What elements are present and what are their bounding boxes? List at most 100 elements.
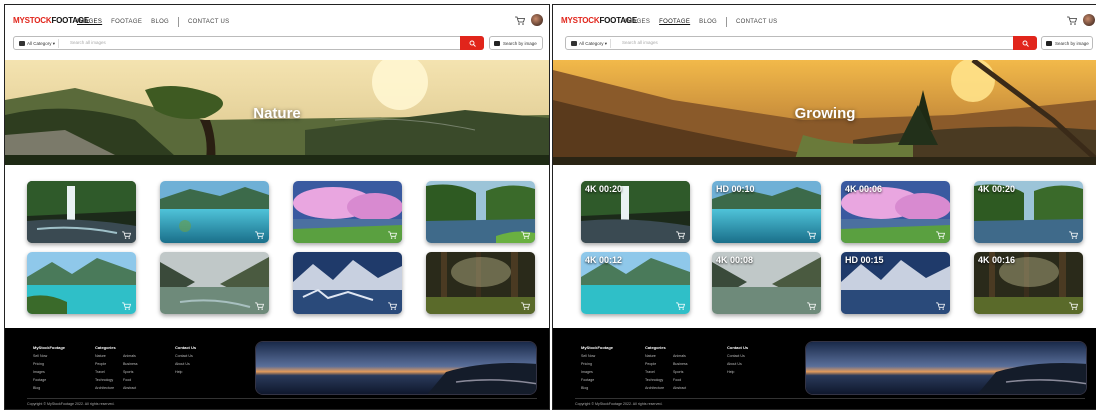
cart-icon[interactable] (676, 302, 685, 310)
footer-link[interactable]: People (645, 360, 666, 368)
hero-title: Nature (253, 105, 301, 122)
footer-link[interactable]: Business (673, 360, 688, 368)
duration-badge: 4K 00:08 (716, 255, 754, 265)
footer-link[interactable]: Animals (673, 352, 688, 360)
copyright: Copyright © MyStockFootage 2022. All rig… (575, 402, 663, 406)
nav-blog[interactable]: BLOG (699, 19, 717, 25)
footer-link[interactable]: Nature (95, 352, 116, 360)
search-by-image-button[interactable]: Search by image (489, 36, 543, 50)
nav-footage[interactable]: FOOTAGE (111, 19, 142, 25)
search-input[interactable]: Search all images (70, 40, 106, 45)
hero-title: Growing (794, 105, 856, 122)
category-select[interactable]: All Category ▾ (568, 39, 612, 48)
avatar[interactable] (531, 14, 543, 26)
duration-badge: HD 00:15 (845, 255, 884, 265)
footer-col-brand: MyStockFootage Sell Now Pricing Images F… (581, 345, 614, 392)
footer-link[interactable]: Abstract (673, 384, 688, 392)
cart-icon[interactable] (388, 302, 397, 310)
footer-link[interactable]: About Us (727, 360, 748, 368)
footer-divider (575, 398, 1085, 399)
duration-badge: 4K 00:06 (845, 184, 883, 194)
video-card[interactable]: 4K 00:16 (974, 252, 1083, 314)
footer-link[interactable]: Images (33, 368, 65, 376)
cart-icon[interactable] (515, 16, 525, 25)
footer-link[interactable]: Business (123, 360, 138, 368)
cart-icon[interactable] (1069, 231, 1078, 239)
image-card[interactable] (27, 181, 136, 243)
image-card[interactable] (27, 252, 136, 314)
footer-link[interactable]: Architecture (645, 384, 666, 392)
footer-link[interactable]: Food (123, 376, 138, 384)
footer-col-categories: Categories Nature People Travel Technolo… (95, 345, 116, 392)
footer-link[interactable]: People (95, 360, 116, 368)
footer-link[interactable]: Contact Us (727, 352, 748, 360)
footer-link[interactable]: Technology (95, 376, 116, 384)
footer-link[interactable]: Images (581, 368, 613, 376)
cart-icon[interactable] (936, 302, 945, 310)
blossom-image (293, 181, 402, 243)
footer-link[interactable]: Blog (581, 384, 613, 392)
footer-link[interactable]: Pricing (581, 360, 613, 368)
video-card[interactable]: 4K 00:06 (841, 181, 950, 243)
video-card[interactable]: 4K 00:20 (974, 181, 1083, 243)
image-card[interactable] (293, 181, 402, 243)
footer-link[interactable]: Travel (95, 368, 116, 376)
video-card[interactable]: HD 00:10 (712, 181, 821, 243)
search-input[interactable]: Search all images (622, 40, 658, 45)
search-button[interactable] (460, 36, 484, 50)
video-card[interactable]: 4K 00:20 (581, 181, 690, 243)
image-card[interactable] (426, 252, 535, 314)
avatar[interactable] (1083, 14, 1095, 26)
footer-link[interactable]: Nature (645, 352, 666, 360)
footer-link[interactable]: Footage (581, 376, 613, 384)
image-card[interactable] (160, 252, 269, 314)
nav-footage[interactable]: FOOTAGE (659, 19, 690, 25)
search-button[interactable] (1013, 36, 1037, 50)
footer-link[interactable]: Blog (33, 384, 65, 392)
cart-icon[interactable] (255, 231, 264, 239)
cart-icon[interactable] (521, 302, 530, 310)
footer-link[interactable]: Travel (645, 368, 666, 376)
hero-banner: Nature (5, 60, 549, 165)
footer-link[interactable]: Footage (33, 376, 65, 384)
cart-icon[interactable] (807, 231, 816, 239)
category-select[interactable]: All Category ▾ (16, 39, 60, 48)
footer-link[interactable]: Sell Now (33, 352, 65, 360)
footer-link[interactable]: Animals (123, 352, 138, 360)
footer-link[interactable]: Architecture (95, 384, 116, 392)
footer-link[interactable]: Contact Us (175, 352, 196, 360)
image-card[interactable] (426, 181, 535, 243)
image-card[interactable] (293, 252, 402, 314)
footer-link[interactable]: Food (673, 376, 688, 384)
footer-link[interactable]: Pricing (33, 360, 65, 368)
image-card[interactable] (160, 181, 269, 243)
cart-icon[interactable] (936, 231, 945, 239)
footer-link[interactable]: Sell Now (581, 352, 613, 360)
footer-link[interactable]: Abstract (123, 384, 138, 392)
nav-divider (726, 17, 728, 27)
video-card[interactable]: 4K 00:12 (581, 252, 690, 314)
nav-images[interactable]: IMAGES (77, 19, 102, 25)
footer-link[interactable]: Help (727, 368, 748, 376)
nav-contact[interactable]: CONTACT US (736, 19, 777, 25)
cart-icon[interactable] (1067, 16, 1077, 25)
footer-link[interactable]: Technology (645, 376, 666, 384)
cart-icon[interactable] (122, 231, 131, 239)
cart-icon[interactable] (388, 231, 397, 239)
cart-icon[interactable] (255, 302, 264, 310)
video-card[interactable]: HD 00:15 (841, 252, 950, 314)
cart-icon[interactable] (676, 231, 685, 239)
footer-link[interactable]: About Us (175, 360, 196, 368)
video-card[interactable]: 4K 00:08 (712, 252, 821, 314)
footer-link[interactable]: Sports (673, 368, 688, 376)
footer-link[interactable]: Help (175, 368, 196, 376)
cart-icon[interactable] (807, 302, 816, 310)
footer-link[interactable]: Sports (123, 368, 138, 376)
cart-icon[interactable] (1069, 302, 1078, 310)
nav-blog[interactable]: BLOG (151, 19, 169, 25)
nav-images[interactable]: IMAGES (625, 19, 650, 25)
search-by-image-button[interactable]: Search by image (1041, 36, 1093, 50)
nav-contact[interactable]: CONTACT US (188, 19, 229, 25)
cart-icon[interactable] (122, 302, 131, 310)
cart-icon[interactable] (521, 231, 530, 239)
